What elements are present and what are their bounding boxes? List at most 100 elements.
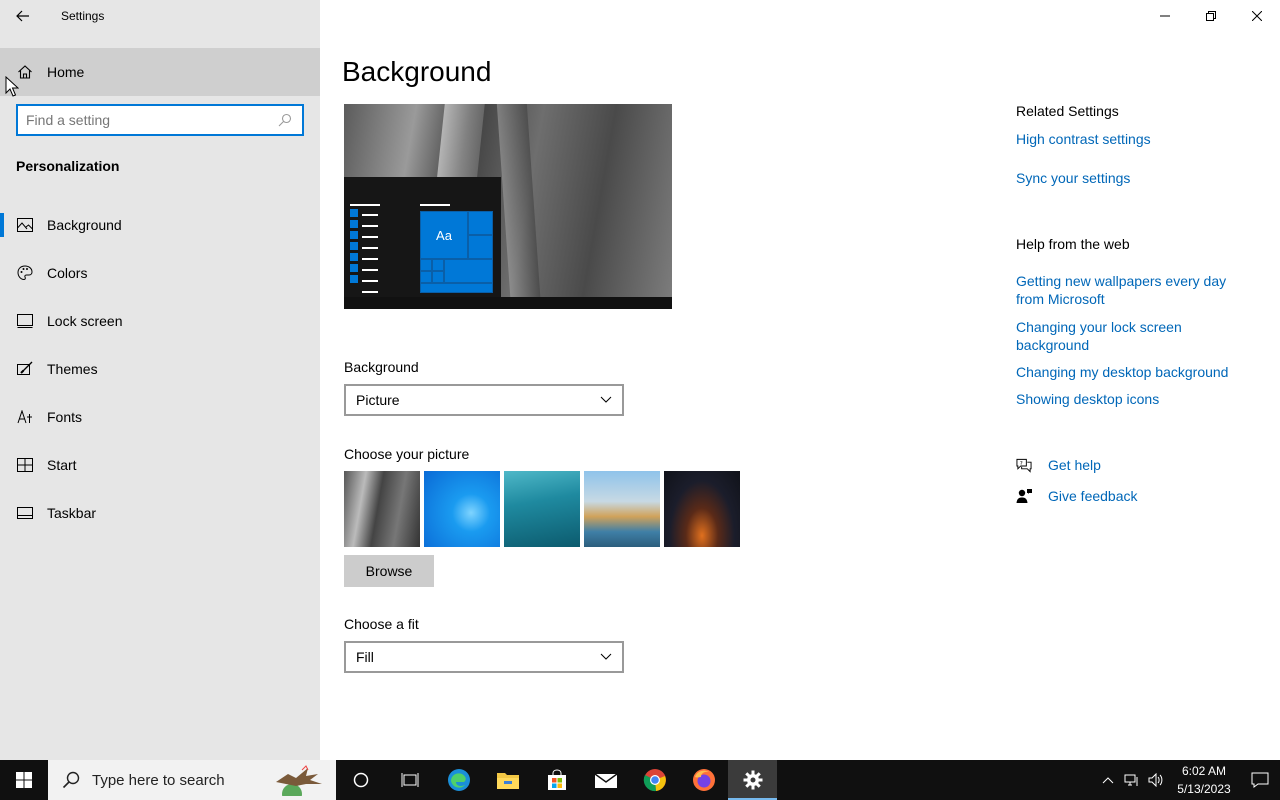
preview-list-square [350, 253, 358, 261]
taskbar-app-store[interactable] [532, 760, 581, 800]
search-icon[interactable] [278, 113, 292, 127]
preview-tile [432, 259, 444, 271]
background-type-dropdown[interactable]: Picture [344, 384, 624, 416]
choose-fit-label: Choose a fit [344, 616, 419, 632]
link-lock-screen-background[interactable]: Changing your lock screen background [1016, 318, 1246, 354]
restore-button[interactable] [1188, 0, 1234, 32]
link-desktop-icons[interactable]: Showing desktop icons [1016, 390, 1246, 408]
taskbar-app-chrome[interactable] [630, 760, 679, 800]
network-button[interactable] [1120, 760, 1144, 800]
link-desktop-background[interactable]: Changing my desktop background [1016, 363, 1246, 381]
close-icon [1252, 11, 1262, 21]
action-center-button[interactable] [1240, 760, 1280, 800]
picture-thumbnail[interactable] [504, 471, 580, 547]
taskbar-app-file-explorer[interactable] [483, 760, 532, 800]
sidebar-item-lock-screen[interactable]: Lock screen [0, 297, 320, 345]
taskbar-app-edge[interactable] [434, 760, 483, 800]
sidebar-item-background[interactable]: Background [0, 201, 320, 249]
minimize-button[interactable] [1142, 0, 1188, 32]
preview-list-square [350, 231, 358, 239]
taskbar-app-settings[interactable] [728, 760, 777, 800]
back-arrow-icon [16, 10, 29, 22]
dropdown-value: Fill [356, 649, 374, 665]
sidebar-item-home[interactable]: Home [0, 48, 320, 96]
give-feedback-row[interactable]: Give feedback [1016, 488, 1138, 504]
sidebar-item-colors[interactable]: Colors [0, 249, 320, 297]
get-help-link[interactable]: Get help [1048, 457, 1101, 473]
lock-screen-icon [16, 312, 34, 330]
taskbar-app-firefox[interactable] [679, 760, 728, 800]
personalization-nav: Background Colors Lock screen Themes Fon… [0, 201, 320, 537]
link-high-contrast[interactable]: High contrast settings [1016, 130, 1246, 148]
sidebar-item-themes[interactable]: Themes [0, 345, 320, 393]
minimize-icon [1160, 15, 1170, 17]
preview-rock-texture [496, 104, 542, 309]
preview-line [362, 291, 378, 293]
chat-help-icon: ? [1016, 457, 1032, 473]
chevron-up-icon [1102, 777, 1114, 784]
start-button[interactable] [0, 760, 48, 800]
preview-taskbar [344, 297, 672, 309]
task-view-button[interactable] [385, 760, 434, 800]
network-icon [1124, 774, 1138, 786]
main-content: Background Aa Background Picture Choose … [320, 0, 1280, 760]
preview-tile-large: Aa [420, 211, 468, 259]
preview-line [362, 236, 378, 238]
cortana-button[interactable] [336, 760, 385, 800]
picture-thumbnail[interactable] [664, 471, 740, 547]
preview-list-square [350, 242, 358, 250]
preview-tile [444, 259, 493, 283]
sidebar-item-fonts[interactable]: Fonts [0, 393, 320, 441]
app-title: Settings [61, 9, 105, 23]
volume-icon [1148, 773, 1163, 787]
sidebar-item-label: Start [47, 457, 77, 473]
show-hidden-icons-button[interactable] [1096, 760, 1120, 800]
mail-icon [594, 773, 617, 788]
windows-taskbar: Type here to search 6:02 AM 5/13/2023 [0, 760, 1280, 800]
clock-date: 5/13/2023 [1177, 782, 1231, 796]
preview-line [362, 247, 378, 249]
browse-button[interactable]: Browse [344, 555, 434, 587]
taskbar-app-mail[interactable] [581, 760, 630, 800]
file-explorer-icon [496, 773, 519, 789]
picture-thumbnails [344, 471, 740, 547]
link-new-wallpapers[interactable]: Getting new wallpapers every day from Mi… [1016, 272, 1246, 308]
picture-thumbnail[interactable] [344, 471, 420, 547]
firefox-icon [692, 769, 715, 791]
link-sync-settings[interactable]: Sync your settings [1016, 169, 1246, 187]
chrome-icon [643, 769, 666, 792]
sidebar-item-taskbar[interactable]: Taskbar [0, 489, 320, 537]
volume-button[interactable] [1144, 760, 1168, 800]
notification-icon [1251, 772, 1269, 788]
taskbar-clock[interactable]: 6:02 AM 5/13/2023 [1176, 762, 1232, 798]
dropdown-value: Picture [356, 392, 400, 408]
preview-tile [420, 271, 432, 283]
search-input[interactable] [26, 112, 278, 128]
taskbar-search-box[interactable]: Type here to search [48, 760, 336, 800]
svg-text:?: ? [1020, 461, 1023, 467]
close-button[interactable] [1234, 0, 1280, 32]
palette-icon [16, 264, 34, 282]
get-help-row[interactable]: ? Get help [1016, 457, 1101, 473]
section-title: Personalization [16, 158, 120, 174]
sidebar-item-label: Taskbar [47, 505, 97, 521]
picture-thumbnail[interactable] [424, 471, 500, 547]
find-setting-search[interactable] [16, 104, 304, 136]
choose-fit-dropdown[interactable]: Fill [344, 641, 624, 673]
preview-line [362, 280, 378, 282]
chevron-down-icon [600, 396, 612, 403]
edge-icon [447, 769, 470, 791]
preview-tile [420, 259, 432, 271]
choose-picture-label: Choose your picture [344, 446, 470, 462]
give-feedback-link[interactable]: Give feedback [1048, 488, 1138, 504]
background-preview: Aa [344, 104, 672, 309]
store-icon [547, 769, 566, 790]
picture-thumbnail[interactable] [584, 471, 660, 547]
preview-tile [468, 211, 493, 235]
sidebar-item-label: Colors [47, 265, 88, 281]
start-icon [16, 456, 34, 474]
themes-brush-icon [16, 360, 34, 378]
sidebar-item-start[interactable]: Start [0, 441, 320, 489]
back-button[interactable] [0, 0, 46, 32]
preview-line [362, 225, 378, 227]
